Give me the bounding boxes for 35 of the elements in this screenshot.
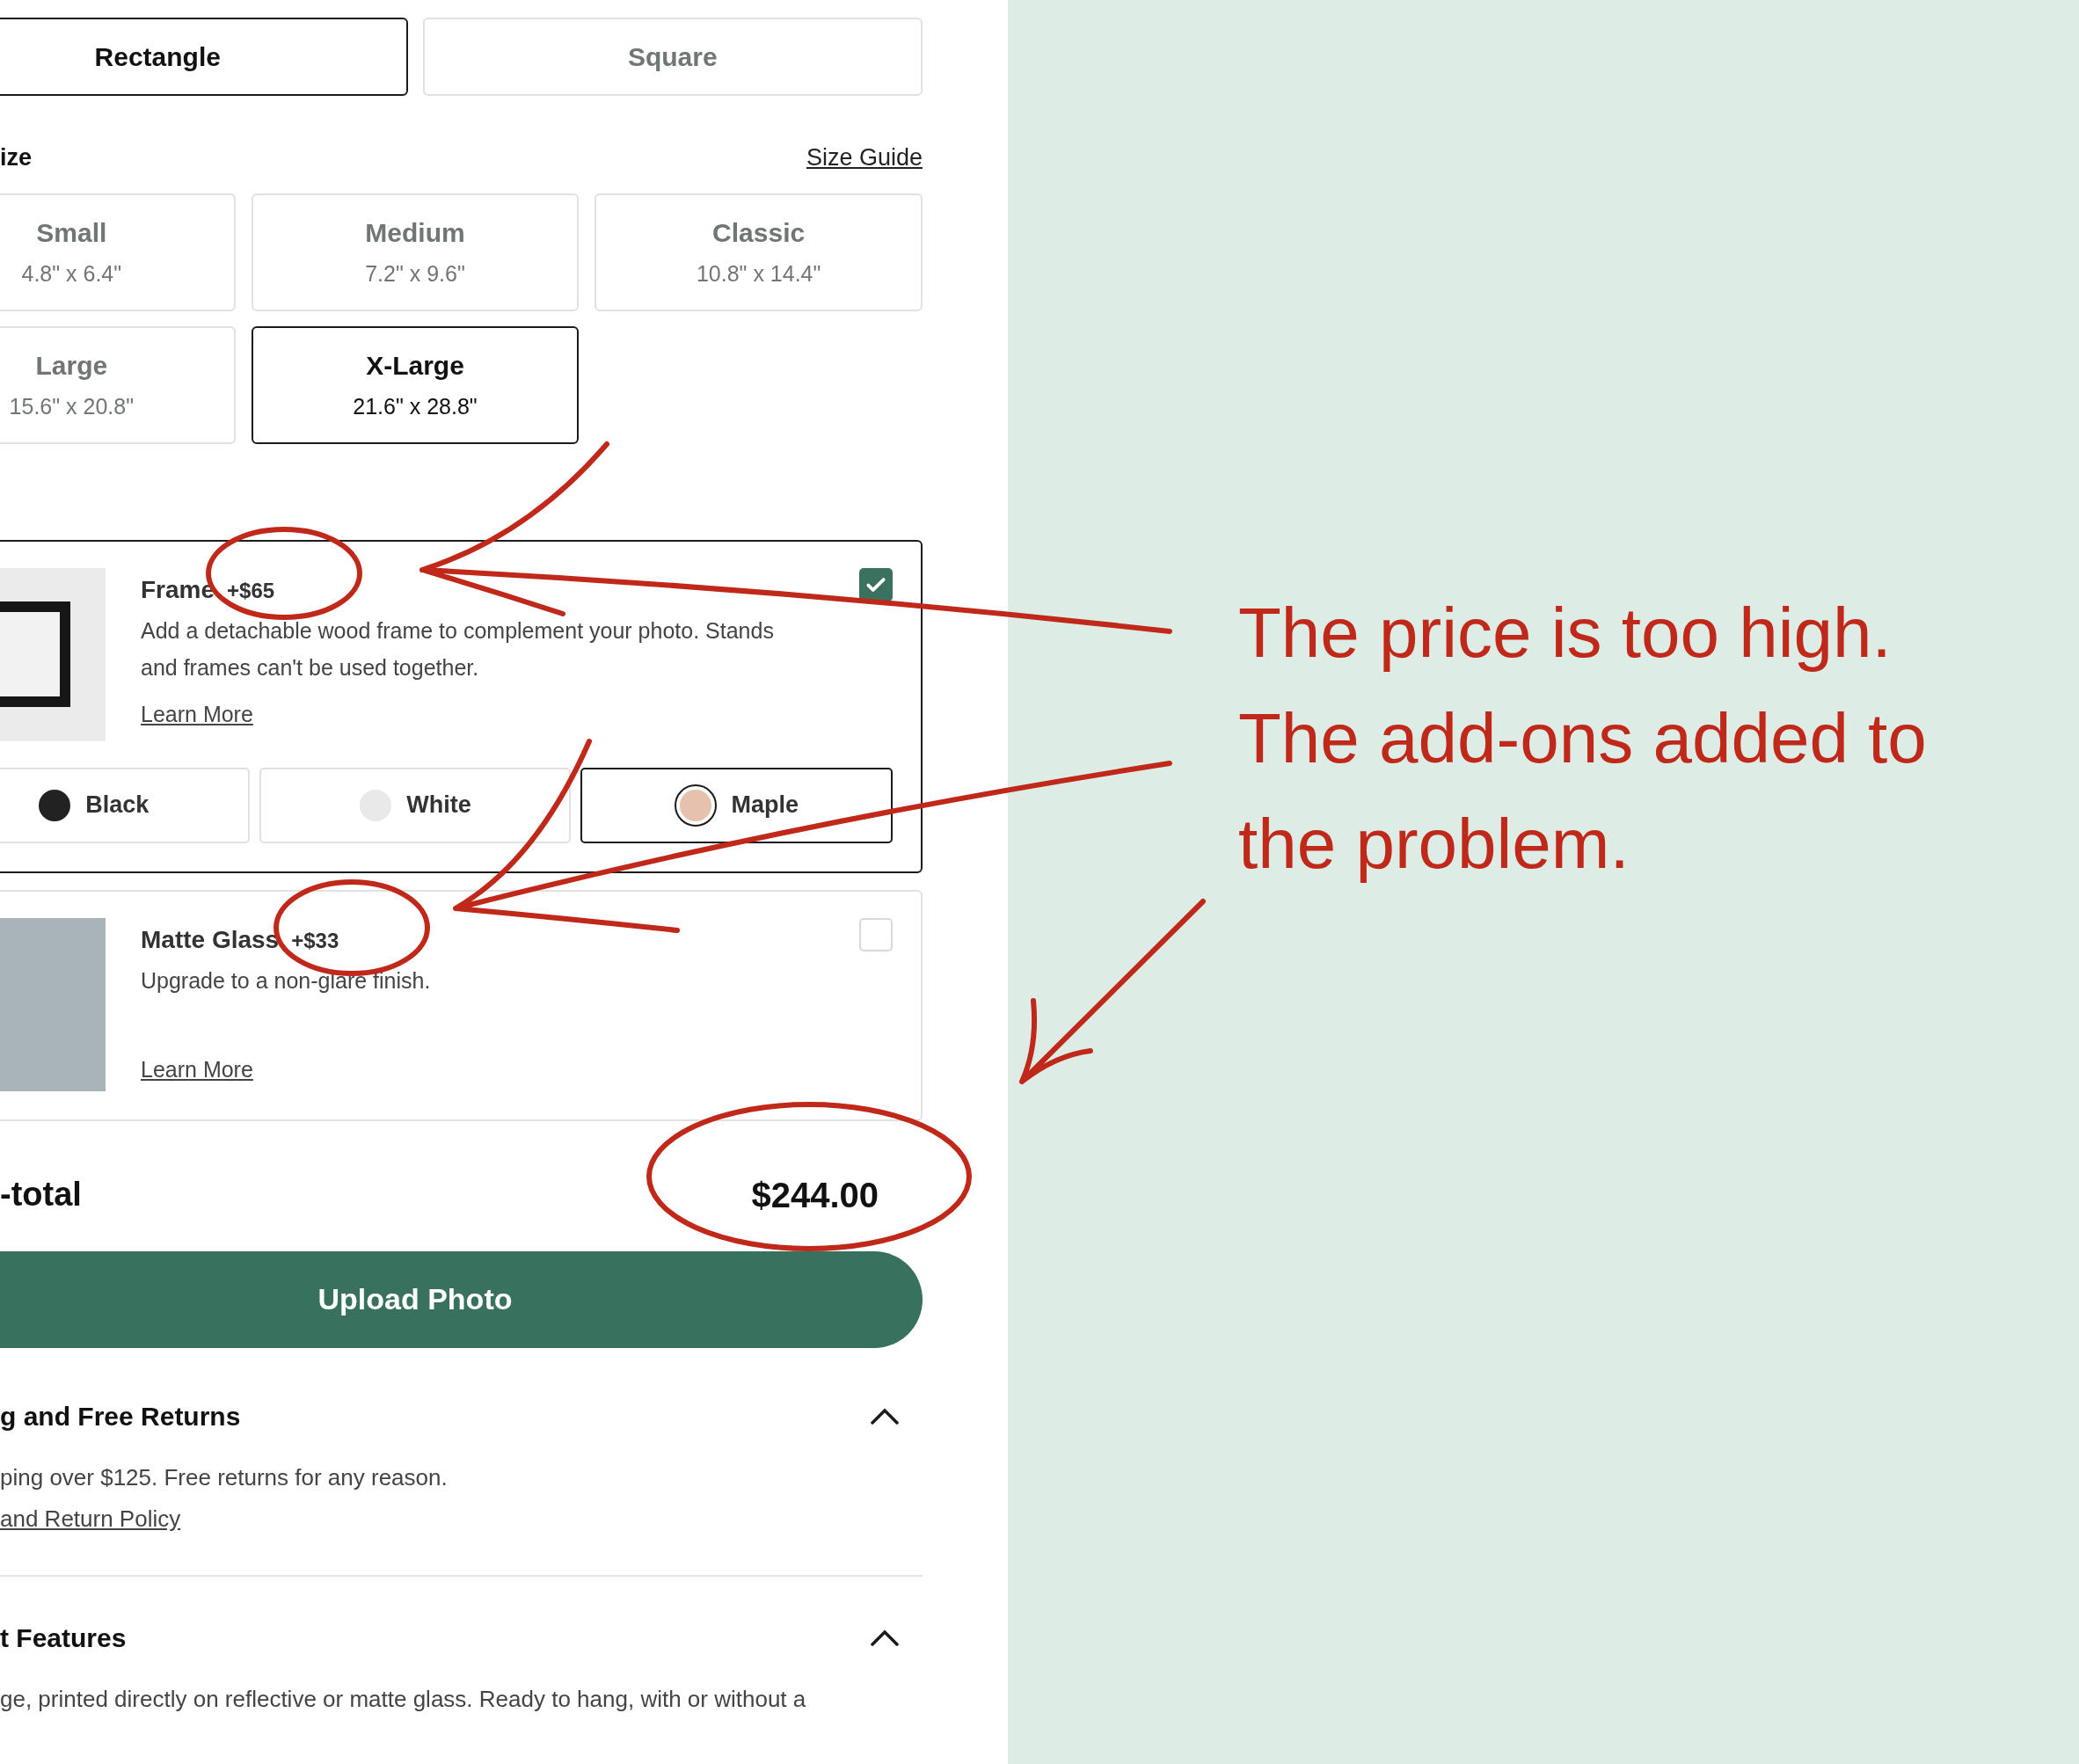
section-label: ize — [0, 143, 33, 172]
shape-tab[interactable]: Square — [422, 18, 923, 96]
color-option[interactable]: Maple — [580, 767, 893, 843]
return-policy-link[interactable]: and Return Policy — [0, 1501, 181, 1536]
color-option[interactable]: White — [259, 767, 572, 843]
learn-more-link[interactable]: Learn More — [141, 697, 253, 731]
checkbox[interactable] — [859, 567, 893, 601]
checkbox[interactable] — [859, 917, 893, 951]
learn-more-link[interactable]: Learn More — [141, 1053, 253, 1086]
size-option[interactable]: Medium 7.2" x 9.6" — [251, 193, 580, 311]
accordion-text: ping over $125. Free returns for any reason. — [0, 1462, 449, 1492]
size-guide-link[interactable]: Size Guide — [806, 140, 923, 176]
addon-description: Add a detachable wood frame to complement your photo. Stands and frames can't be used together. — [141, 616, 775, 682]
color-option[interactable]: Black — [0, 767, 250, 843]
size-option[interactable]: X-Large 21.6" x 28.8" — [251, 325, 580, 444]
subtotal-price: $244.00 — [751, 1174, 879, 1216]
addon-price: +$33 — [291, 927, 339, 954]
size-option[interactable]: Classic 10.8" x 14.4" — [595, 193, 923, 311]
accordion-header[interactable]: g and Free Returns — [0, 1391, 923, 1441]
upload-photo-button[interactable]: Upload Photo — [0, 1250, 923, 1348]
chevron-icon — [870, 1407, 900, 1425]
size-option[interactable]: Large 15.6" x 20.8" — [0, 325, 236, 444]
accordion-text: ge, printed directly on reflective or matte glass. Ready to hang, with or without a — [0, 1684, 807, 1714]
size-option[interactable]: Small 4.8" x 6.4" — [0, 193, 236, 311]
annotation-text: The add-ons added to — [1238, 698, 1928, 779]
subtotal-label: -total — [0, 1175, 82, 1214]
annotation-text: the problem. — [1238, 804, 1630, 885]
addon-title: Frame — [141, 574, 215, 605]
accordion-header[interactable]: t Features — [0, 1613, 923, 1663]
shape-tab[interactable]: Rectangle — [0, 18, 408, 96]
chevron-icon — [870, 1629, 900, 1647]
addon-title: Matte Glass — [141, 924, 280, 955]
annotation-text: The price is too high. — [1238, 593, 1893, 674]
addon-price: +$65 — [227, 577, 275, 604]
addon-description: Upgrade to a non-glare finish. — [141, 966, 432, 995]
